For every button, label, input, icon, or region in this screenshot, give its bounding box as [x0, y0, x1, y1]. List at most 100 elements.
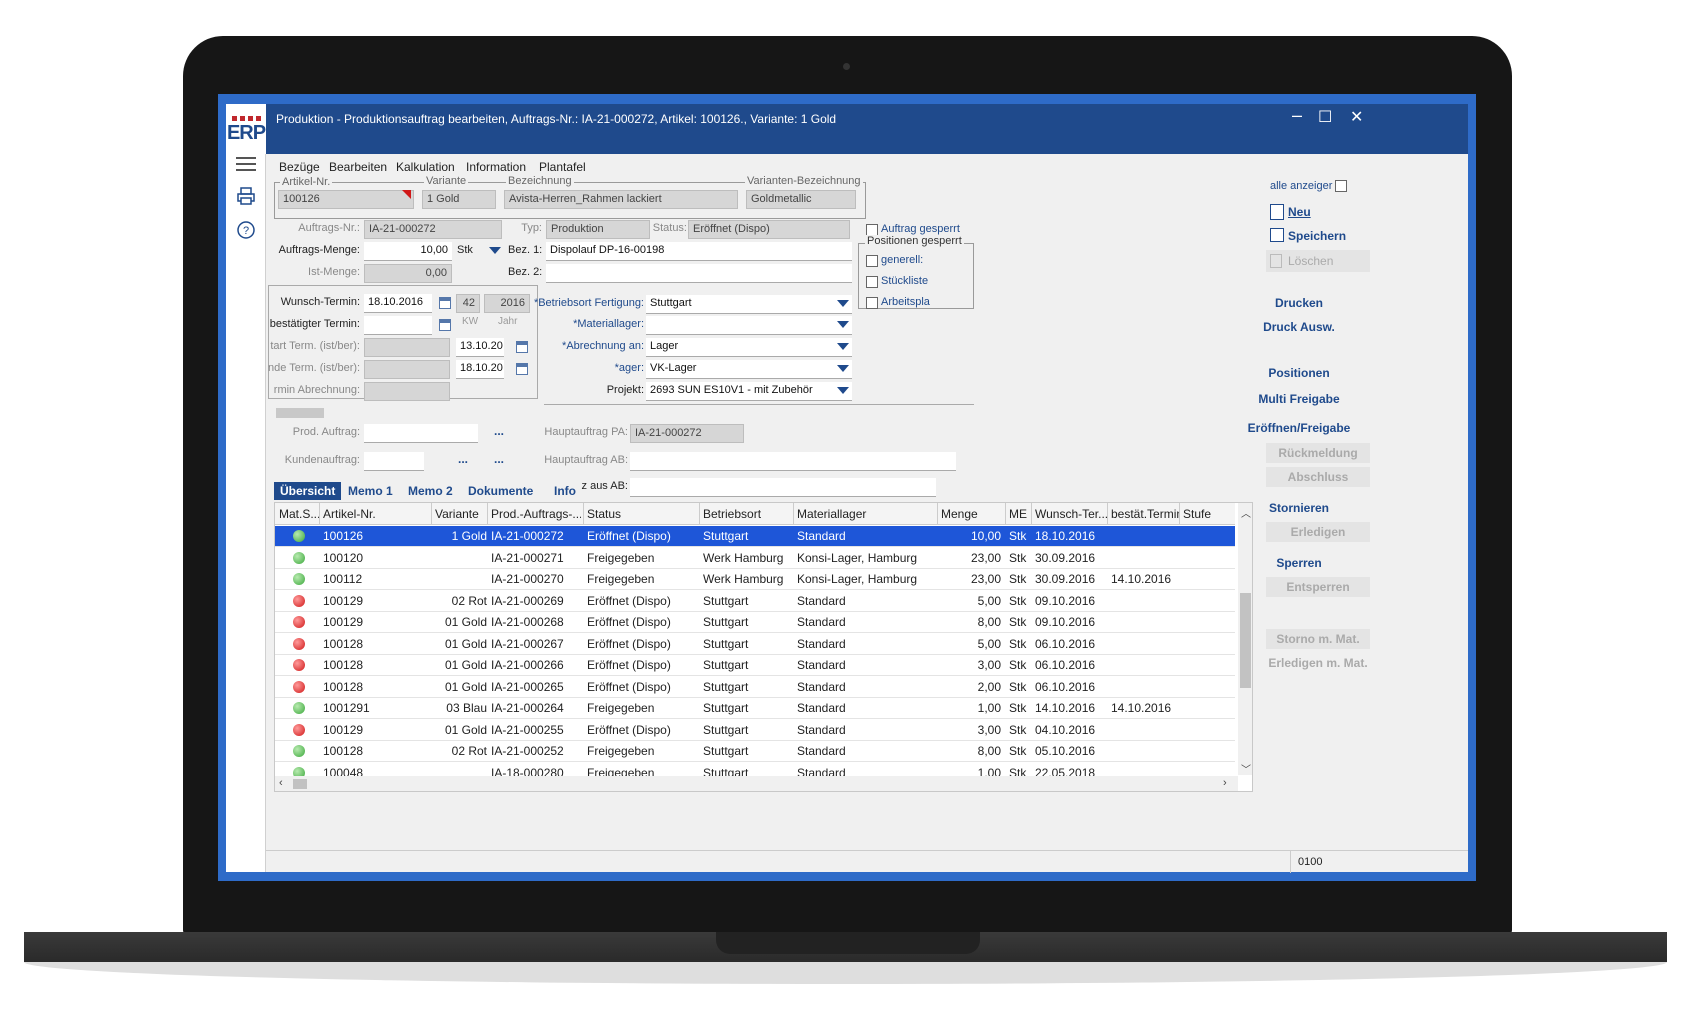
- betriebsort-field[interactable]: Stuttgart: [646, 295, 852, 314]
- materiallager-field[interactable]: [646, 316, 852, 335]
- unit-dropdown-icon[interactable]: [489, 247, 501, 254]
- projekt-dropdown-icon[interactable]: [837, 387, 849, 394]
- column-header-lager[interactable]: Materiallager: [797, 507, 937, 521]
- table-row[interactable]: 100129 02 Rot IA-21-000269 Eröffnet (Dispo)…: [275, 591, 1235, 612]
- column-separator[interactable]: [1005, 503, 1006, 525]
- projekt-field[interactable]: 2693 SUN ES10V1 - mit Zubehör: [646, 382, 852, 401]
- table-row[interactable]: 100128 01 Gold IA-21-000265 Eröffnet (Dispo…: [275, 677, 1235, 698]
- alle-anzeigen-checkbox[interactable]: [1335, 180, 1347, 192]
- sperren-button[interactable]: Sperren: [1244, 556, 1354, 570]
- stueckliste-checkbox[interactable]: [866, 276, 878, 288]
- ende-termin-ist-field[interactable]: [364, 360, 450, 379]
- column-header-menge[interactable]: Menge: [941, 507, 1001, 521]
- column-header-betriebsort[interactable]: Betriebsort: [703, 507, 793, 521]
- ende-termin-ber-field[interactable]: 18.10.20: [456, 360, 504, 379]
- table-row[interactable]: 100120 IA-21-000271 Freigegeben Werk Hambur…: [275, 548, 1235, 569]
- column-header-stufe[interactable]: Stufe: [1183, 507, 1223, 521]
- menu-bezuege[interactable]: Bezüge: [279, 160, 320, 174]
- start-termin-ist-field[interactable]: [364, 338, 450, 357]
- scroll-left-icon[interactable]: ‹: [279, 777, 283, 789]
- z-aus-ab-field[interactable]: [630, 478, 936, 497]
- minimize-button[interactable]: –: [1292, 105, 1302, 126]
- table-row[interactable]: 100128 01 Gold IA-21-000266 Eröffnet (Dispo…: [275, 655, 1235, 676]
- abrechnung-dropdown-icon[interactable]: [837, 343, 849, 350]
- table-row[interactable]: 1001291 03 Blau IA-21-000264 Freigegeben Stu…: [275, 698, 1235, 719]
- menu-kalkulation[interactable]: Kalkulation: [396, 160, 455, 174]
- table-row[interactable]: 100128 01 Gold IA-21-000267 Eröffnet (Dispo…: [275, 634, 1235, 655]
- wunsch-kw-field[interactable]: 42: [456, 294, 480, 313]
- bestaetigter-termin-field[interactable]: [364, 316, 432, 335]
- scroll-right-icon[interactable]: ›: [1223, 777, 1227, 789]
- prod-auftrag-lookup-button[interactable]: ...: [494, 424, 504, 438]
- arbeitsplan-checkbox[interactable]: [866, 297, 878, 309]
- ist-menge-field[interactable]: 0,00: [364, 264, 452, 283]
- variante-field[interactable]: 1 Gold: [422, 190, 496, 209]
- start-termin-ber-field[interactable]: 13.10.20: [456, 338, 504, 357]
- menu-bearbeiten[interactable]: Bearbeiten: [329, 160, 387, 174]
- column-header-auftrag[interactable]: Prod.-Auftrags-...: [491, 507, 581, 521]
- varianten-bezeichnung-field[interactable]: Goldmetallic: [746, 190, 856, 209]
- tab-dokumente[interactable]: Dokumente: [462, 482, 539, 500]
- vertical-scrollbar[interactable]: ︿ ﹀: [1238, 503, 1252, 776]
- column-separator[interactable]: [319, 503, 320, 525]
- lager-dropdown-icon[interactable]: [837, 365, 849, 372]
- scroll-down-icon[interactable]: ﹀: [1241, 761, 1251, 776]
- menu-plantafel[interactable]: Plantafel: [539, 160, 586, 174]
- menge-field[interactable]: 10,00: [364, 242, 452, 261]
- hauptauftrag-pa-field[interactable]: IA-21-000272: [630, 424, 744, 443]
- betriebsort-dropdown-icon[interactable]: [837, 300, 849, 307]
- stornieren-button[interactable]: Stornieren: [1244, 501, 1354, 515]
- wunsch-calendar-icon[interactable]: [439, 297, 451, 309]
- printer-icon[interactable]: [236, 186, 256, 206]
- bestaetigt-calendar-icon[interactable]: [439, 319, 451, 331]
- column-header-bestaet[interactable]: bestät.Termin: [1111, 507, 1179, 521]
- storno-mat-button[interactable]: Storno m. Mat.: [1266, 629, 1370, 649]
- termin-abrechnung-field[interactable]: [364, 382, 450, 401]
- rueckmeldung-button[interactable]: Rückmeldung: [1266, 443, 1370, 463]
- close-button[interactable]: ✕: [1350, 107, 1363, 127]
- erledigen-button[interactable]: Erledigen: [1266, 522, 1370, 542]
- table-row[interactable]: 100128 02 Rot IA-21-000252 Freigegeben Stutt…: [275, 741, 1235, 762]
- column-separator[interactable]: [583, 503, 584, 525]
- erledigen-mat-button[interactable]: Erledigen m. Mat.: [1266, 653, 1370, 673]
- table-row[interactable]: 100112 IA-21-000270 Freigegeben Werk Hambur…: [275, 569, 1235, 590]
- column-header-me[interactable]: ME: [1009, 507, 1031, 521]
- tab-uebersicht[interactable]: Übersicht: [274, 482, 342, 500]
- bez2-field[interactable]: [546, 264, 852, 283]
- wunsch-termin-field[interactable]: 18.10.2016: [364, 294, 432, 313]
- ende-calendar-icon[interactable]: [516, 363, 528, 375]
- column-header-status[interactable]: Status: [587, 507, 697, 521]
- abrechnung-field[interactable]: Lager: [646, 338, 852, 357]
- menu-information[interactable]: Information: [466, 160, 526, 174]
- horizontal-scrollbar[interactable]: ‹ ›: [275, 776, 1238, 791]
- kundenauftrag-field[interactable]: [364, 452, 424, 471]
- druck-ausw-button[interactable]: Druck Ausw.: [1244, 320, 1354, 334]
- eroeffnen-freigabe-button[interactable]: Eröffnen/Freigabe: [1244, 421, 1354, 435]
- prod-auftrag-field[interactable]: [364, 424, 478, 443]
- kundenauftrag-lookup-button[interactable]: ...: [458, 452, 468, 466]
- column-header-artikel[interactable]: Artikel-Nr.: [323, 507, 431, 521]
- column-header-wunsch[interactable]: Wunsch-Ter...: [1035, 507, 1107, 521]
- column-separator[interactable]: [487, 503, 488, 525]
- typ-field[interactable]: Produktion: [546, 220, 650, 239]
- start-calendar-icon[interactable]: [516, 341, 528, 353]
- help-icon[interactable]: ?: [236, 220, 256, 240]
- entsperren-button[interactable]: Entsperren: [1266, 577, 1370, 597]
- status-field[interactable]: Eröffnet (Dispo): [688, 220, 850, 239]
- drucken-button[interactable]: Drucken: [1244, 296, 1354, 310]
- column-separator[interactable]: [1179, 503, 1180, 525]
- table-row[interactable]: 100129 01 Gold IA-21-000268 Eröffnet (Dispo…: [275, 612, 1235, 633]
- horizontal-scroll-thumb[interactable]: [293, 779, 307, 789]
- tab-memo-1[interactable]: Memo 1: [342, 482, 399, 500]
- artikel-field[interactable]: 100126: [278, 190, 414, 209]
- splitter-handle[interactable]: [276, 408, 324, 418]
- hamburger-menu-icon[interactable]: [236, 154, 256, 174]
- hauptauftrag-ab-field[interactable]: [630, 452, 956, 471]
- generell-checkbox[interactable]: [866, 255, 878, 267]
- vertical-scroll-thumb[interactable]: [1240, 593, 1251, 688]
- column-header-variante[interactable]: Variante: [435, 507, 487, 521]
- speichern-button[interactable]: Speichern: [1288, 229, 1346, 243]
- table-row[interactable]: 100126 1 Gold IA-21-000272 Eröffnet (Dispo)…: [275, 526, 1235, 547]
- loeschen-button[interactable]: Löschen: [1288, 254, 1333, 268]
- maximize-button[interactable]: ☐: [1318, 107, 1332, 127]
